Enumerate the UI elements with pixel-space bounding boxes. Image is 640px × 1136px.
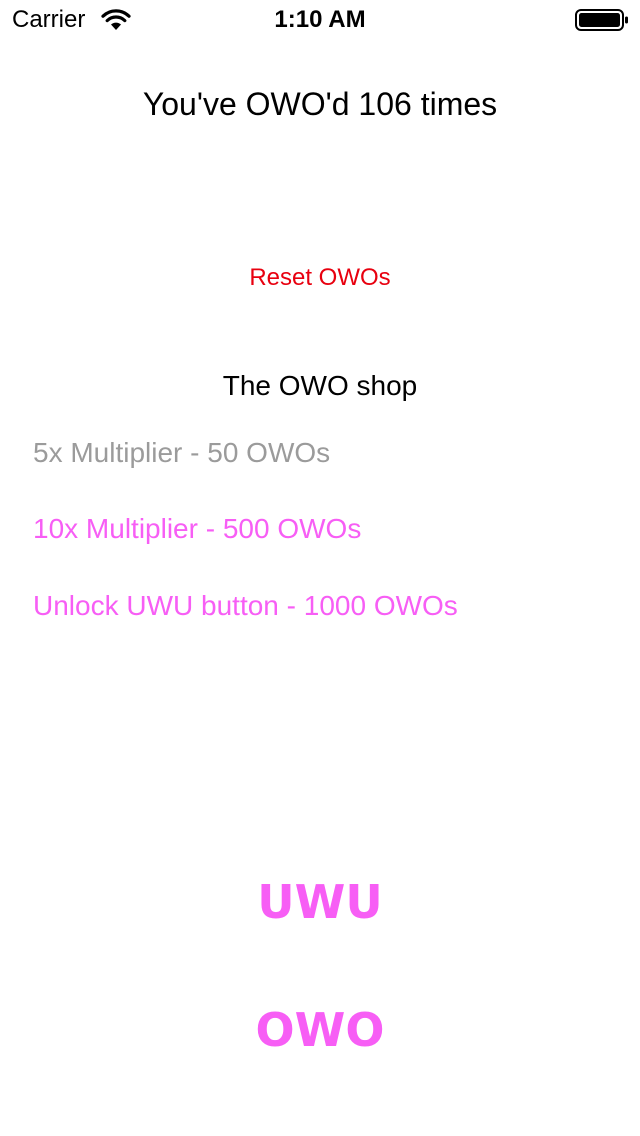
status-bar: Carrier 1:10 AM (0, 0, 640, 40)
uwu-button[interactable]: UWU (220, 872, 420, 932)
owo-button[interactable]: OWO (220, 1000, 420, 1060)
reset-owos-button[interactable]: Reset OWOs (220, 262, 420, 294)
shop-title: The OWO shop (222, 370, 418, 401)
shop-item-5x-multiplier[interactable]: 5x Multiplier - 50 OWOs (33, 433, 593, 473)
shop-item-unlock-uwu[interactable]: Unlock UWU button - 1000 OWOs (33, 586, 593, 626)
status-time: 1:10 AM (274, 6, 366, 33)
shop-item-10x-multiplier[interactable]: 10x Multiplier - 500 OWOs (33, 509, 593, 549)
owo-counter-label: You've OWO'd 106 times (142, 86, 498, 122)
battery-full-icon (575, 9, 628, 31)
